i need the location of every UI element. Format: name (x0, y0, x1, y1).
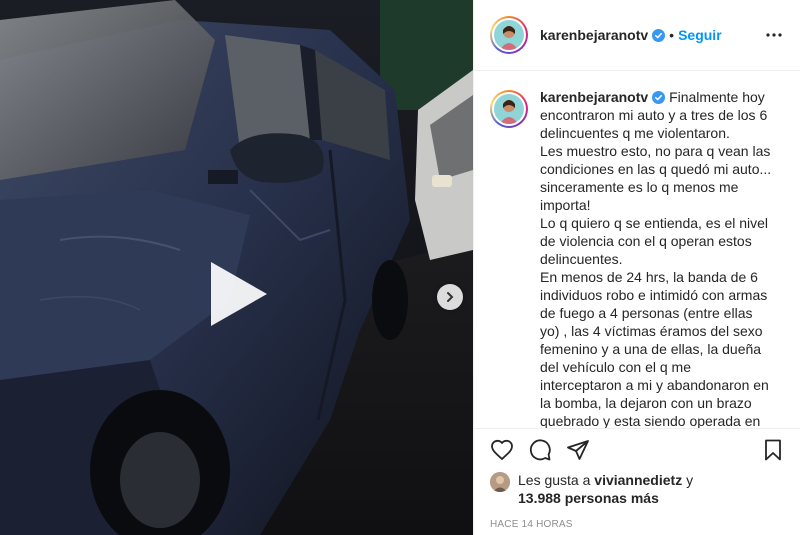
caption-line: del vehículo con el q me (540, 359, 691, 375)
caption-line: delincuentes q me violentaron. (540, 125, 730, 141)
caption-line: quebrado y esta siendo operada en (540, 413, 761, 428)
caption-line: Les muestro esto, no para q vean las (540, 143, 771, 159)
post-header: karenbejaranotv • Seguir (474, 0, 800, 71)
caption-line: Finalmente hoy (669, 89, 765, 105)
caption-line: importa! (540, 197, 591, 213)
play-button[interactable] (205, 258, 271, 330)
verified-badge-icon (652, 28, 666, 42)
liker-username[interactable]: viviannedietz (594, 472, 682, 488)
caption-text: karenbejaranotv Finalmente hoy encontrar… (540, 88, 785, 428)
paper-plane-icon[interactable] (566, 438, 590, 462)
heart-icon[interactable] (490, 438, 514, 462)
play-icon (211, 262, 267, 326)
liker-photo (490, 472, 510, 492)
post-timestamp[interactable]: HACE 14 HORAS (490, 519, 785, 530)
comment-icon[interactable] (528, 438, 552, 462)
verified-badge-icon (652, 91, 666, 104)
avatar[interactable] (490, 16, 528, 54)
follow-button[interactable]: Seguir (678, 27, 722, 43)
caption-line: femenino y a una de ellas, la dueña (540, 341, 762, 357)
action-icons-row (490, 429, 785, 471)
caption-line: la bomba, la dejaron con un brazo (540, 395, 752, 411)
caption-line: condiciones en las q quedó mi auto... (540, 161, 772, 177)
likes-prefix: Les gusta a (518, 472, 591, 488)
caption-line: encontraron mi auto y a tres de los 6 (540, 107, 768, 123)
header-username[interactable]: karenbejaranotv (540, 27, 648, 43)
caption-line: sinceramente es lo q menos me (540, 179, 739, 195)
likes-joiner: y (686, 472, 694, 488)
bookmark-icon[interactable] (761, 438, 785, 462)
caption-comment: karenbejaranotv Finalmente hoy encontrar… (490, 88, 785, 428)
avatar-photo (494, 94, 524, 124)
post-media-video[interactable] (0, 0, 473, 535)
chevron-right-icon (447, 292, 454, 302)
liker-avatar[interactable] (490, 472, 510, 492)
caption-line: interceptaron a mi y abandonaron en (540, 377, 769, 393)
likes-count-link[interactable]: 13.988 personas más (518, 490, 659, 506)
caption-scroll-area[interactable]: karenbejaranotv Finalmente hoy encontrar… (474, 72, 800, 428)
avatar-photo (494, 20, 524, 50)
likes-text: Les gusta a viviannedietz y 13.988 perso… (518, 471, 693, 507)
caption-line: individuos robo e intimidó con armas (540, 287, 768, 303)
caption-avatar[interactable] (490, 90, 528, 128)
likes-summary: Les gusta a viviannedietz y 13.988 perso… (490, 471, 785, 507)
caption-line: de violencia con el q operan estos (540, 233, 752, 249)
caption-username[interactable]: karenbejaranotv (540, 89, 648, 105)
post-sidebar: karenbejaranotv • Seguir karenbejaranotv… (473, 0, 800, 535)
caption-line: de fuego a 4 personas (entre ellas (540, 305, 753, 321)
caption-line: delincuentes. (540, 251, 623, 267)
caption-line: yo) , las 4 víctimas éramos del sexo (540, 323, 763, 339)
more-options-icon[interactable] (764, 28, 784, 42)
next-media-button[interactable] (437, 284, 463, 310)
caption-line: En menos de 24 hrs, la banda de 6 (540, 269, 758, 285)
caption-first-line: karenbejaranotv Finalmente hoy (540, 88, 785, 106)
separator-dot: • (669, 27, 675, 43)
caption-line: Lo q quiero q se entienda, es el nivel (540, 215, 769, 231)
post-actions: Les gusta a viviannedietz y 13.988 perso… (474, 428, 800, 530)
